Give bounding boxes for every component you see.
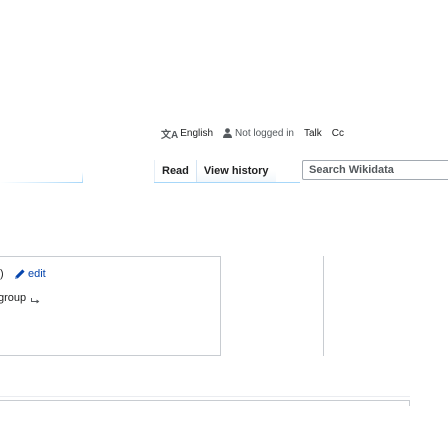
personal-tools: 文A English Not logged in Talk Cc xyxy=(161,126,344,141)
statement-references-column xyxy=(220,256,324,356)
tab-read[interactable]: Read xyxy=(154,160,196,183)
not-logged-in-text: Not logged in xyxy=(235,127,294,139)
user-icon xyxy=(223,128,233,138)
statement-value-row: group xyxy=(0,291,40,305)
section-divider-light xyxy=(0,396,410,397)
tab-view-history[interactable]: View history xyxy=(195,160,276,182)
search-input[interactable] xyxy=(302,160,448,180)
tab-read-label: Read xyxy=(162,165,189,177)
paren-text: ) xyxy=(0,268,4,280)
page-views-tabs: Read View history xyxy=(154,160,276,183)
tab-view-history-label: View history xyxy=(203,165,269,177)
edit-link[interactable]: edit xyxy=(28,268,46,280)
linked-item-arrow-icon xyxy=(31,295,40,303)
left-tabs-edge xyxy=(82,172,83,183)
section-divider-tick xyxy=(409,400,410,406)
section-divider xyxy=(0,400,410,401)
contributions-link[interactable]: Cc xyxy=(332,128,344,139)
statement-value-text[interactable]: group xyxy=(0,292,26,304)
language-icon[interactable]: 文A xyxy=(161,126,178,141)
left-tabs-divider xyxy=(0,182,82,183)
views-tabs-underline xyxy=(154,182,300,183)
language-link[interactable]: English xyxy=(180,128,213,139)
pencil-icon[interactable] xyxy=(14,268,26,280)
statement-edit-row: ) edit xyxy=(0,267,46,281)
talk-link[interactable]: Talk xyxy=(304,128,322,139)
